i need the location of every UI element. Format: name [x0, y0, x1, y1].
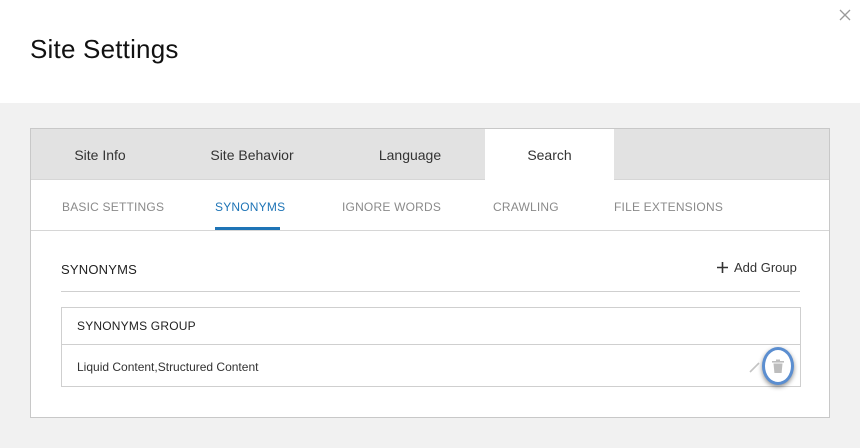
- settings-panel: Site Info Site Behavior Language Search …: [30, 128, 830, 418]
- subtab-synonyms[interactable]: SYNONYMS: [215, 200, 285, 214]
- section-divider: [61, 291, 800, 292]
- close-button[interactable]: [834, 4, 856, 26]
- tab-language[interactable]: Language: [335, 129, 485, 180]
- table-header: SYNONYMS GROUP: [62, 308, 800, 345]
- subtab-file-extensions[interactable]: FILE EXTENSIONS: [614, 200, 723, 214]
- delete-button[interactable]: [762, 347, 794, 385]
- tab-site-info[interactable]: Site Info: [31, 129, 169, 180]
- trash-icon: [772, 359, 784, 373]
- subtab-crawling[interactable]: CRAWLING: [493, 200, 559, 214]
- synonyms-table: SYNONYMS GROUP Liquid Content,Structured…: [61, 307, 801, 387]
- modal-header: Site Settings: [0, 0, 860, 103]
- main-tab-bar: Site Info Site Behavior Language Search: [31, 129, 829, 181]
- table-row: Liquid Content,Structured Content: [62, 345, 800, 387]
- tab-site-behavior[interactable]: Site Behavior: [169, 129, 335, 180]
- close-icon: [839, 9, 851, 21]
- subtab-ignore-words[interactable]: IGNORE WORDS: [342, 200, 441, 214]
- sub-tab-bar: BASIC SETTINGS SYNONYMS IGNORE WORDS CRA…: [31, 180, 829, 231]
- page-title: Site Settings: [30, 34, 179, 64]
- add-group-button[interactable]: Add Group: [717, 260, 797, 275]
- plus-icon: [717, 262, 728, 273]
- add-group-label: Add Group: [734, 260, 797, 275]
- active-subtab-indicator: [215, 227, 280, 230]
- subtab-basic-settings[interactable]: BASIC SETTINGS: [62, 200, 164, 214]
- tab-search[interactable]: Search: [485, 129, 614, 181]
- synonyms-group-cell: Liquid Content,Structured Content: [77, 360, 259, 374]
- section-title: SYNONYMS: [61, 262, 138, 277]
- column-header-synonyms-group: SYNONYMS GROUP: [77, 319, 196, 333]
